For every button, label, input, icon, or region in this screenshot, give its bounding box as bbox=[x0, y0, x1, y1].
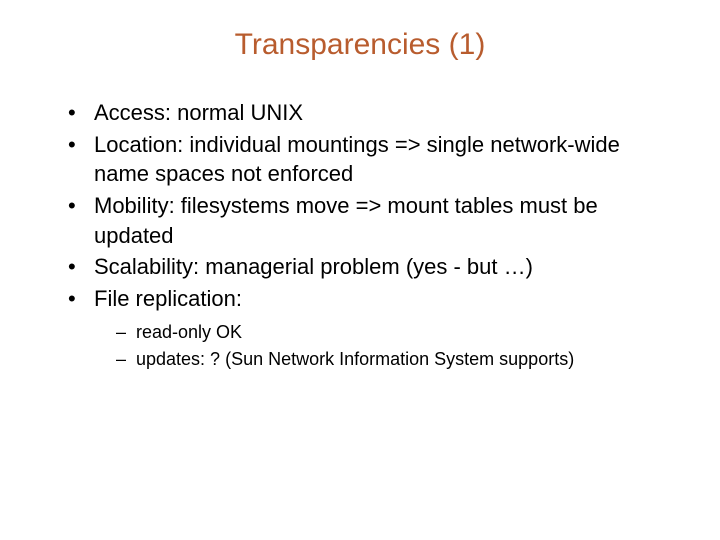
list-item: Scalability: managerial problem (yes - b… bbox=[68, 252, 680, 282]
sub-list-item: updates: ? (Sun Network Information Syst… bbox=[116, 347, 680, 372]
slide-title: Transparencies (1) bbox=[40, 28, 680, 62]
title-text: Transparencies bbox=[235, 28, 441, 61]
list-item: Access: normal UNIX bbox=[68, 98, 680, 128]
slide: Transparencies (1) Access: normal UNIX L… bbox=[0, 0, 720, 540]
list-item: File replication: read-only OK updates: … bbox=[68, 284, 680, 372]
sub-list: read-only OK updates: ? (Sun Network Inf… bbox=[94, 320, 680, 372]
sub-list-item: read-only OK bbox=[116, 320, 680, 345]
list-item: Mobility: filesystems move => mount tabl… bbox=[68, 191, 680, 250]
list-item-text: Location: individual mountings => single… bbox=[94, 132, 620, 187]
list-item-text: Access: normal UNIX bbox=[94, 100, 303, 125]
list-item-text: Scalability: managerial problem (yes - b… bbox=[94, 254, 533, 279]
sub-list-item-text: updates: ? (Sun Network Information Syst… bbox=[136, 349, 574, 369]
title-number: (1) bbox=[449, 28, 486, 61]
list-item: Location: individual mountings => single… bbox=[68, 130, 680, 189]
list-item-text: File replication: bbox=[94, 286, 242, 311]
list-item-text: Mobility: filesystems move => mount tabl… bbox=[94, 193, 598, 248]
bullet-list: Access: normal UNIX Location: individual… bbox=[40, 98, 680, 372]
sub-list-item-text: read-only OK bbox=[136, 322, 242, 342]
